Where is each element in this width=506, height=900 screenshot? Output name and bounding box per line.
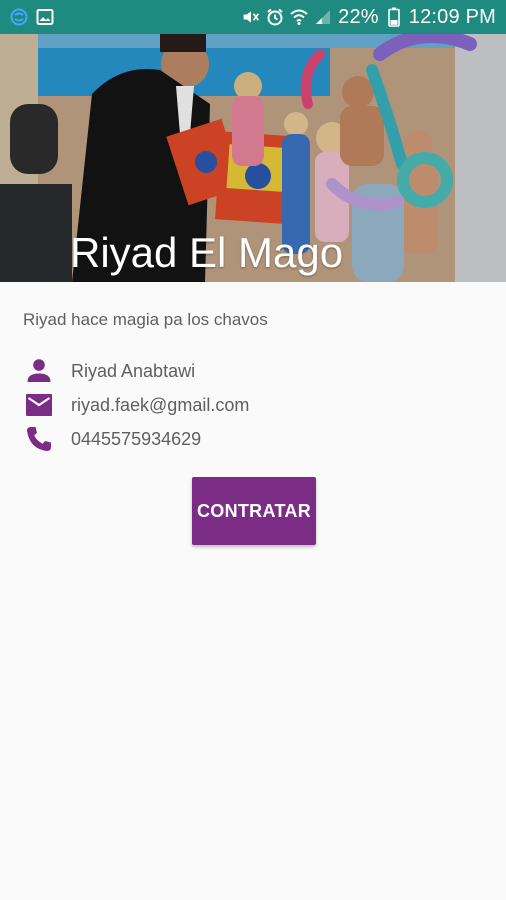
- email-icon: [24, 390, 54, 420]
- clock: 12:09 PM: [408, 6, 496, 28]
- signal-icon: [314, 8, 332, 26]
- sync-icon: [10, 8, 28, 26]
- status-bar: 22% 12:09 PM: [0, 0, 506, 34]
- status-left-icons: [10, 8, 54, 26]
- status-right-icons: 22% 12:09 PM: [242, 7, 496, 27]
- contact-email[interactable]: riyad.faek@gmail.com: [71, 395, 249, 416]
- contact-name-row: Riyad Anabtawi: [24, 356, 195, 386]
- battery-percentage: 22%: [338, 6, 379, 28]
- battery-icon: [385, 7, 403, 27]
- mute-icon: [242, 8, 260, 26]
- contact-phone-row: 0445575934629: [24, 424, 201, 454]
- hire-button[interactable]: CONTRATAR: [192, 477, 316, 545]
- phone-icon: [24, 424, 54, 454]
- contact-email-row: riyad.faek@gmail.com: [24, 390, 249, 420]
- contact-phone[interactable]: 0445575934629: [71, 429, 201, 450]
- alarm-icon: [266, 8, 284, 26]
- main-content: Riyad hace magia pa los chavos Riyad Ana…: [0, 282, 506, 900]
- person-icon: [24, 356, 54, 386]
- page-title: Riyad El Mago: [70, 229, 344, 276]
- contact-name: Riyad Anabtawi: [71, 360, 196, 381]
- wifi-icon: [290, 8, 308, 26]
- image-icon: [36, 8, 54, 26]
- header-image: Riyad El Mago: [0, 34, 506, 282]
- description-text: Riyad hace magia pa los chavos: [23, 310, 268, 329]
